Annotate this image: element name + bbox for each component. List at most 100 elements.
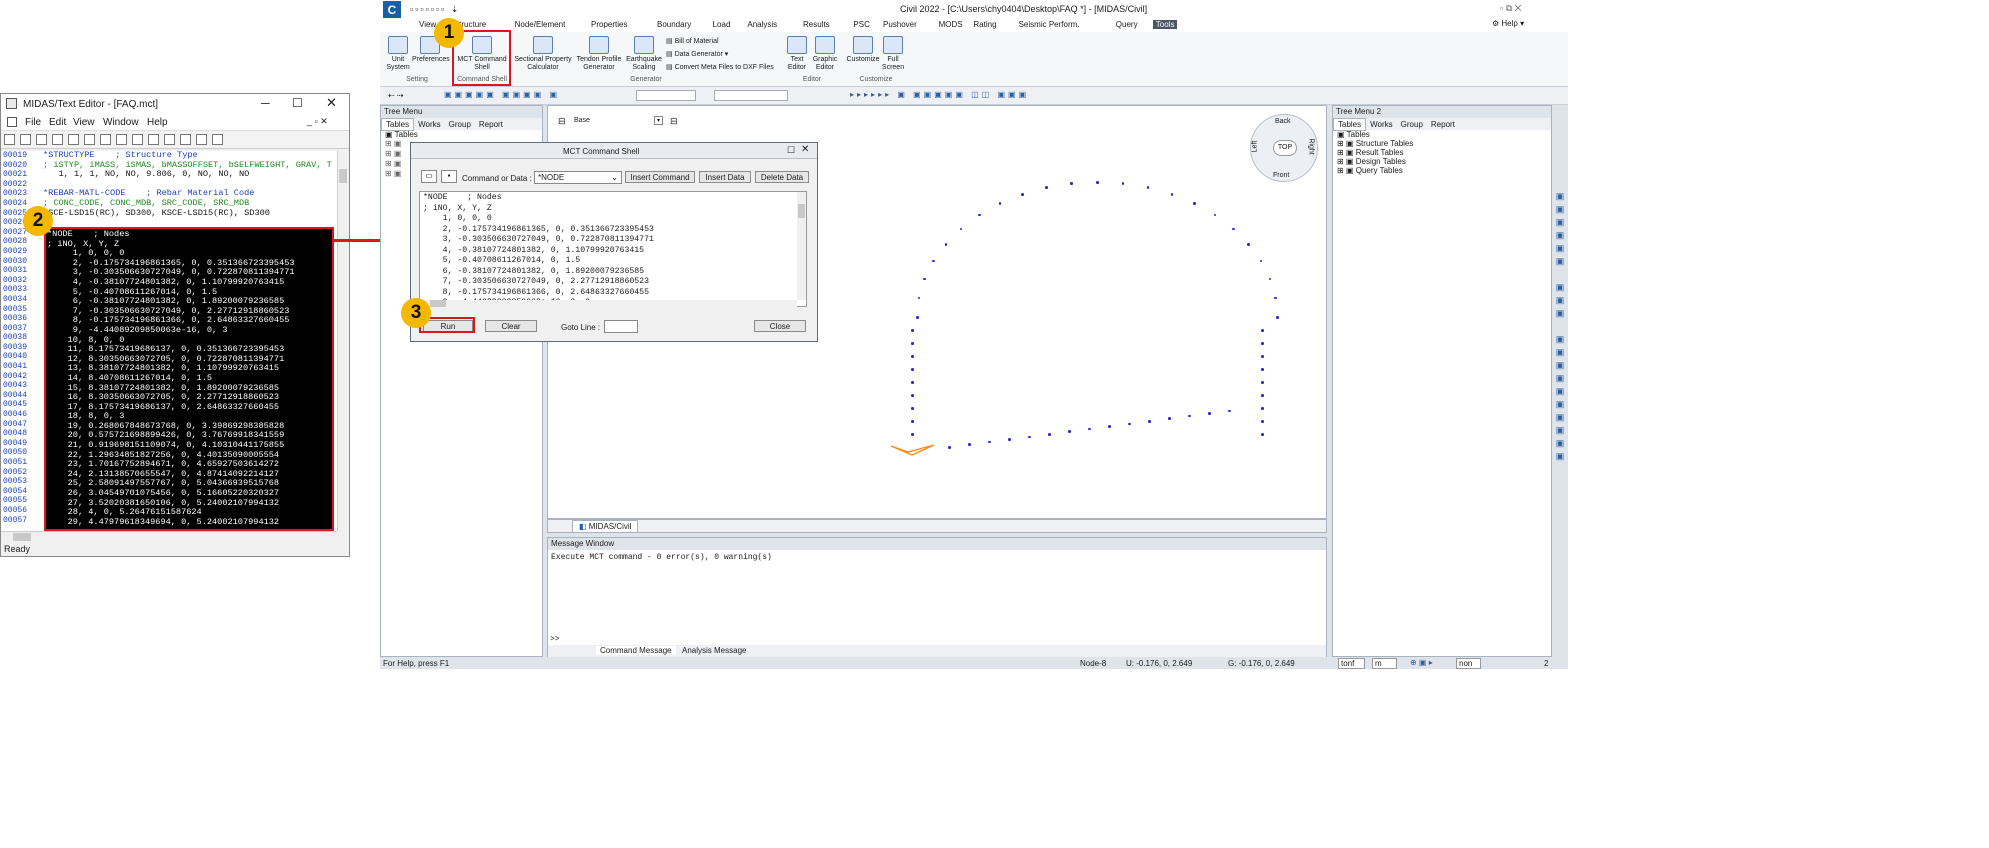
convert-meta-button[interactable]: ▤ Convert Meta Files to DXF Files bbox=[666, 63, 774, 71]
node-dot[interactable] bbox=[911, 407, 914, 410]
ribbon-tab[interactable]: Pushover bbox=[880, 20, 920, 29]
ribbon-tab[interactable]: Boundary bbox=[654, 20, 694, 29]
open-file-icon[interactable]: ▭ bbox=[421, 170, 437, 183]
mct-text-area[interactable]: *NODE ; Nodes; iNO, X, Y, Z 1, 0, 0, 0 2… bbox=[419, 191, 807, 307]
sectional-property-button[interactable]: Sectional Property Calculator bbox=[512, 36, 574, 72]
ribbon-tab[interactable]: MODS bbox=[936, 20, 966, 29]
tree2-item[interactable]: ⊞ ▣ Structure Tables bbox=[1333, 139, 1551, 148]
text-editor-button[interactable]: Text Editor bbox=[784, 36, 810, 72]
menu-edit[interactable]: Edit bbox=[49, 117, 66, 128]
node-dot[interactable] bbox=[968, 443, 971, 446]
node-dot[interactable] bbox=[944, 243, 948, 246]
menu-window[interactable]: Window bbox=[103, 117, 139, 128]
node-dot[interactable] bbox=[1261, 342, 1264, 345]
unit-force-select[interactable]: tonf bbox=[1338, 658, 1366, 669]
node-dot[interactable] bbox=[1121, 182, 1125, 185]
node-dot[interactable] bbox=[916, 316, 919, 319]
ribbon-tab[interactable]: Load bbox=[710, 20, 734, 29]
node-dot[interactable] bbox=[1088, 427, 1091, 431]
node-dot[interactable] bbox=[1045, 186, 1048, 189]
node-dot[interactable] bbox=[911, 433, 914, 436]
delete-data-button[interactable]: Delete Data bbox=[755, 171, 809, 183]
node-dot[interactable] bbox=[911, 355, 914, 358]
node-dot[interactable] bbox=[1232, 227, 1235, 231]
view-toolbar-icons[interactable]: ▸▸▸▸▸▸ ▣ ▣▣▣▣▣ ◫◫ ▣▣▣ bbox=[850, 90, 1029, 99]
menu-help[interactable]: Help bbox=[147, 117, 168, 128]
save-file-icon[interactable]: ▪ bbox=[441, 170, 457, 183]
node-dot[interactable] bbox=[1028, 435, 1031, 439]
hscroll-thumb[interactable] bbox=[13, 533, 31, 541]
unit-length-select[interactable]: m bbox=[1372, 658, 1397, 669]
selected-element[interactable] bbox=[888, 440, 938, 460]
find-icon[interactable] bbox=[132, 134, 143, 145]
tab-analysis-message[interactable]: Analysis Message bbox=[678, 646, 750, 655]
node-dot[interactable] bbox=[911, 368, 914, 371]
command-prompt[interactable]: >> bbox=[550, 635, 560, 644]
view-cube-back[interactable]: Back bbox=[1275, 118, 1291, 125]
replace-icon[interactable] bbox=[148, 134, 159, 145]
unit-system-button[interactable]: Unit System bbox=[384, 36, 412, 72]
ribbon-tab[interactable]: Analysis bbox=[744, 20, 780, 29]
ribbon-tab[interactable]: Node/Element bbox=[512, 20, 569, 29]
cut-icon[interactable] bbox=[84, 134, 95, 145]
close-button[interactable]: Close bbox=[754, 320, 806, 332]
node-dot[interactable] bbox=[1048, 433, 1051, 436]
command-select[interactable]: *NODE ⌄ bbox=[534, 171, 622, 184]
mct-scroll-thumb[interactable] bbox=[798, 204, 805, 218]
new-file-icon[interactable] bbox=[4, 134, 15, 145]
node-dot[interactable] bbox=[1259, 259, 1263, 263]
undo-redo-icon[interactable]: ⇠ ⇢ bbox=[388, 91, 404, 100]
node-dot[interactable] bbox=[1208, 412, 1211, 415]
ribbon-tab[interactable]: Rating bbox=[970, 20, 999, 29]
node-dot[interactable] bbox=[1070, 182, 1073, 185]
node-dot[interactable] bbox=[1146, 186, 1150, 189]
maximize-icon[interactable]: ☐ bbox=[292, 96, 303, 110]
bill-of-material-button[interactable]: ▤ Bill of Material bbox=[666, 37, 719, 45]
earthquake-scaling-button[interactable]: Earthquake Scaling bbox=[624, 36, 664, 72]
view-cube-front[interactable]: Front bbox=[1273, 172, 1289, 179]
node-dot[interactable] bbox=[978, 213, 981, 217]
toolbar-combo-2[interactable] bbox=[714, 90, 788, 101]
open-file-icon[interactable] bbox=[20, 134, 31, 145]
bookmark-icon[interactable] bbox=[196, 134, 207, 145]
node-dot[interactable] bbox=[959, 227, 963, 231]
node-dot[interactable] bbox=[1021, 193, 1024, 196]
customize-button[interactable]: Customize bbox=[846, 36, 880, 64]
node-dot[interactable] bbox=[1276, 316, 1279, 319]
insert-command-button[interactable]: Insert Command bbox=[625, 171, 695, 183]
print-preview-icon[interactable] bbox=[68, 134, 79, 145]
editor-hscrollbar[interactable] bbox=[1, 531, 337, 541]
data-generator-button[interactable]: ▤ Data Generator ▾ bbox=[666, 50, 728, 58]
node-dot[interactable] bbox=[1188, 414, 1191, 418]
view-tab[interactable]: ◧ MIDAS/Civil bbox=[572, 520, 639, 533]
node-dot[interactable] bbox=[911, 329, 914, 332]
node-dot[interactable] bbox=[1170, 193, 1174, 196]
node-dot[interactable] bbox=[1108, 425, 1111, 428]
ribbon-tab[interactable]: Query bbox=[1113, 20, 1141, 29]
node-dot[interactable] bbox=[1261, 407, 1264, 410]
node-dot[interactable] bbox=[923, 277, 926, 281]
mct-text-hscroll[interactable] bbox=[420, 300, 797, 307]
minimize-icon[interactable]: ─ bbox=[261, 96, 270, 110]
mct-hscroll-thumb[interactable] bbox=[430, 300, 446, 307]
tree-tab-group[interactable]: Group bbox=[445, 119, 475, 130]
tree2-item[interactable]: ⊞ ▣ Result Tables bbox=[1333, 148, 1551, 157]
node-dot[interactable] bbox=[1008, 438, 1011, 441]
node-dot[interactable] bbox=[1068, 430, 1071, 433]
node-dot[interactable] bbox=[1128, 422, 1131, 426]
menu-file[interactable]: File bbox=[25, 117, 41, 128]
undo-icon[interactable] bbox=[164, 134, 175, 145]
dialog-close-icon[interactable]: ✕ bbox=[801, 144, 809, 155]
node-dot[interactable] bbox=[911, 381, 914, 384]
node-dot[interactable] bbox=[1148, 420, 1151, 423]
toolbar-icons[interactable]: ▣▣▣▣▣ ▣▣▣▣ ▣ bbox=[444, 90, 560, 99]
view-cube[interactable]: Back Front Left Right TOP bbox=[1250, 114, 1318, 182]
node-dot[interactable] bbox=[911, 420, 914, 423]
node-dot[interactable] bbox=[1261, 433, 1264, 436]
redo-icon[interactable] bbox=[180, 134, 191, 145]
node-dot[interactable] bbox=[1213, 213, 1217, 217]
insert-data-button[interactable]: Insert Data bbox=[699, 171, 751, 183]
node-dot[interactable] bbox=[1168, 417, 1171, 420]
dialog-maximize-icon[interactable]: ☐ bbox=[787, 145, 795, 156]
scroll-thumb[interactable] bbox=[339, 169, 347, 183]
